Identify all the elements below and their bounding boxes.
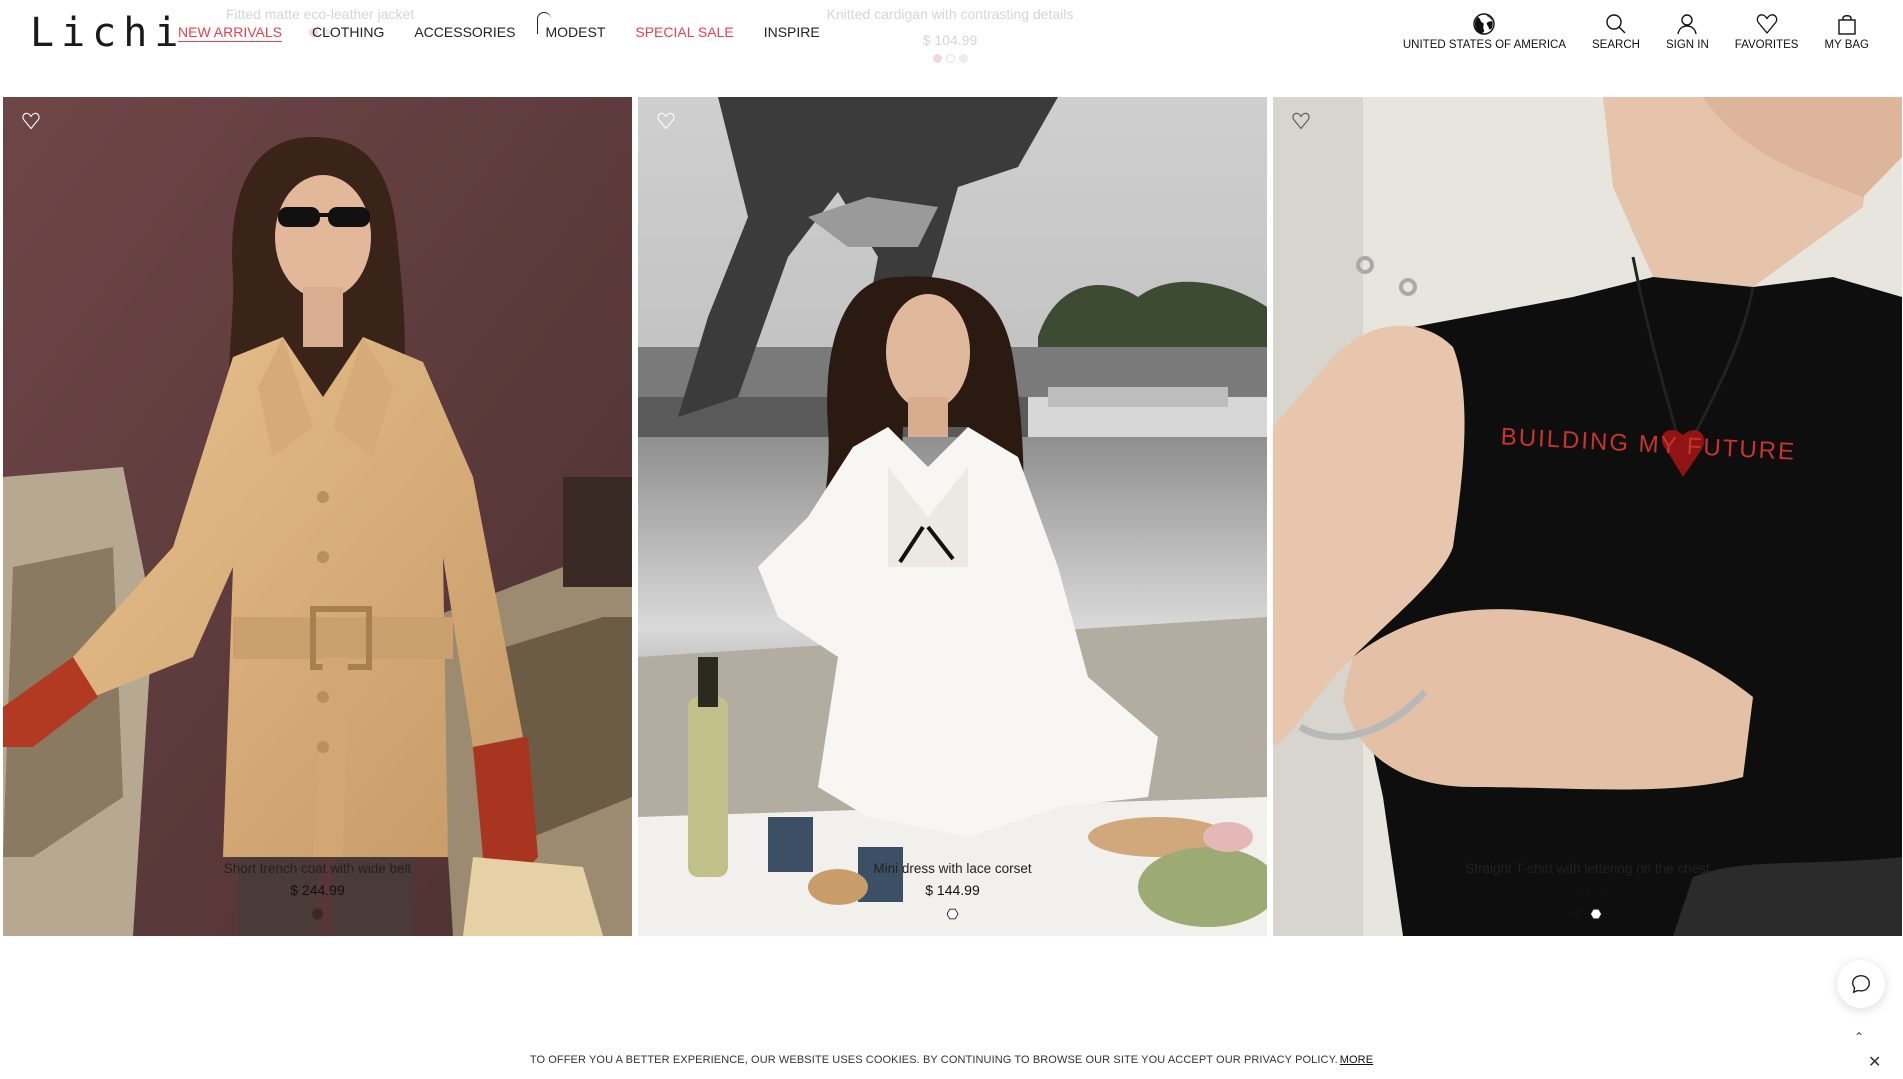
search-button[interactable]: SEARCH [1592, 12, 1640, 51]
color-swatch-white[interactable] [946, 908, 959, 920]
header-tools: UNITED STATES OF AMERICA SEARCH SIGN IN … [1377, 12, 1869, 51]
product-name[interactable]: Short trench coat with wide belt [3, 861, 632, 876]
globe-icon [1473, 13, 1496, 35]
sign-in-label: SIGN IN [1665, 39, 1709, 51]
cookie-message: TO OFFER YOU A BETTER EXPERIENCE, OUR WE… [529, 1054, 1338, 1066]
product-price: $ 144.99 [925, 882, 980, 898]
product-image[interactable]: BUILDING MY FUTURE [1273, 97, 1902, 936]
product-image[interactable] [638, 97, 1267, 936]
cookie-banner: TO OFFER YOU A BETTER EXPERIENCE, OUR WE… [0, 1044, 1903, 1079]
product-info: Straight T-shirt with lettering on the c… [1273, 861, 1902, 920]
sign-in-button[interactable]: SIGN IN [1666, 12, 1709, 51]
bag-label: MY BAG [1824, 39, 1869, 51]
favorites-button[interactable]: FAVORITES [1734, 12, 1799, 51]
modest-mark-icon [537, 12, 552, 34]
ghost-product-price: $ 104.99 [922, 32, 978, 48]
nav-modest-label: MODEST [545, 24, 606, 40]
heart-icon[interactable] [1291, 111, 1311, 131]
nav-new-arrivals[interactable]: NEW ARRIVALS [178, 24, 282, 40]
nav-modest[interactable]: MODEST [537, 12, 606, 40]
color-swatches [3, 908, 632, 920]
color-swatch-black[interactable] [1573, 908, 1585, 920]
main-nav: NEW ARRIVALS CLOTHING ACCESSORIES MODEST… [178, 12, 820, 40]
cookie-more-link[interactable]: MORE [1340, 1054, 1373, 1066]
heart-icon [1756, 14, 1777, 35]
product-info: Mini dress with lace corset $ 144.99 [638, 861, 1267, 920]
nav-special-sale[interactable]: SPECIAL SALE [635, 24, 733, 40]
nav-inspire[interactable]: INSPIRE [764, 24, 820, 40]
search-label: SEARCH [1592, 39, 1640, 51]
region-selector[interactable]: UNITED STATES OF AMERICA [1403, 12, 1566, 51]
chat-button[interactable] [1837, 960, 1885, 1008]
cookie-text-row: TO OFFER YOU A BETTER EXPERIENCE, OUR WE… [0, 1054, 1903, 1066]
product-card[interactable]: BUILDING MY FUTURE [1273, 97, 1902, 937]
tshirt-photo: BUILDING MY FUTURE [1273, 97, 1902, 936]
product-info: Short trench coat with wide belt $ 244.9… [3, 861, 632, 920]
product-price: $ 244.99 [290, 882, 345, 898]
ghost-product-name: Fitted matte eco-leather jacket [225, 6, 415, 22]
ghost-product-name: Knitted cardigan with contrasting detail… [826, 6, 1074, 22]
region-label: UNITED STATES OF AMERICA [1402, 39, 1567, 51]
ghost-product-info: Knitted cardigan with contrasting detail… [800, 6, 1100, 63]
color-swatch-white[interactable] [1590, 908, 1602, 920]
product-name[interactable]: Mini dress with lace corset [638, 861, 1267, 876]
bag-button[interactable]: MY BAG [1824, 12, 1869, 51]
user-icon [1677, 14, 1698, 35]
heart-icon[interactable] [656, 111, 676, 131]
trench-coat-photo [3, 97, 632, 936]
site-header: Fitted matte eco-leather jacket Knitted … [0, 0, 1903, 96]
scroll-top-button[interactable]: ⌃ [1854, 1030, 1864, 1044]
color-swatch-brown[interactable] [311, 908, 324, 920]
favorites-label: FAVORITES [1734, 39, 1799, 51]
product-card[interactable] [3, 97, 632, 937]
search-icon [1606, 14, 1626, 34]
product-image[interactable] [3, 97, 632, 936]
chat-icon [1852, 975, 1870, 994]
color-swatches [638, 908, 1267, 920]
product-name[interactable]: Straight T-shirt with lettering on the c… [1273, 861, 1902, 876]
close-icon[interactable]: ✕ [1868, 1052, 1881, 1072]
bag-icon [1838, 15, 1856, 35]
color-swatches [1273, 908, 1902, 920]
heart-icon[interactable] [21, 111, 41, 131]
product-price: $ 44.99 [1564, 882, 1611, 898]
brand-logo[interactable]: Lichi [30, 10, 185, 56]
product-grid: BUILDING MY FUTURE [3, 97, 1903, 937]
lace-dress-photo [638, 97, 1267, 936]
nav-clothing[interactable]: CLOTHING [312, 24, 384, 40]
product-card[interactable] [638, 97, 1267, 937]
nav-accessories[interactable]: ACCESSORIES [414, 24, 515, 40]
